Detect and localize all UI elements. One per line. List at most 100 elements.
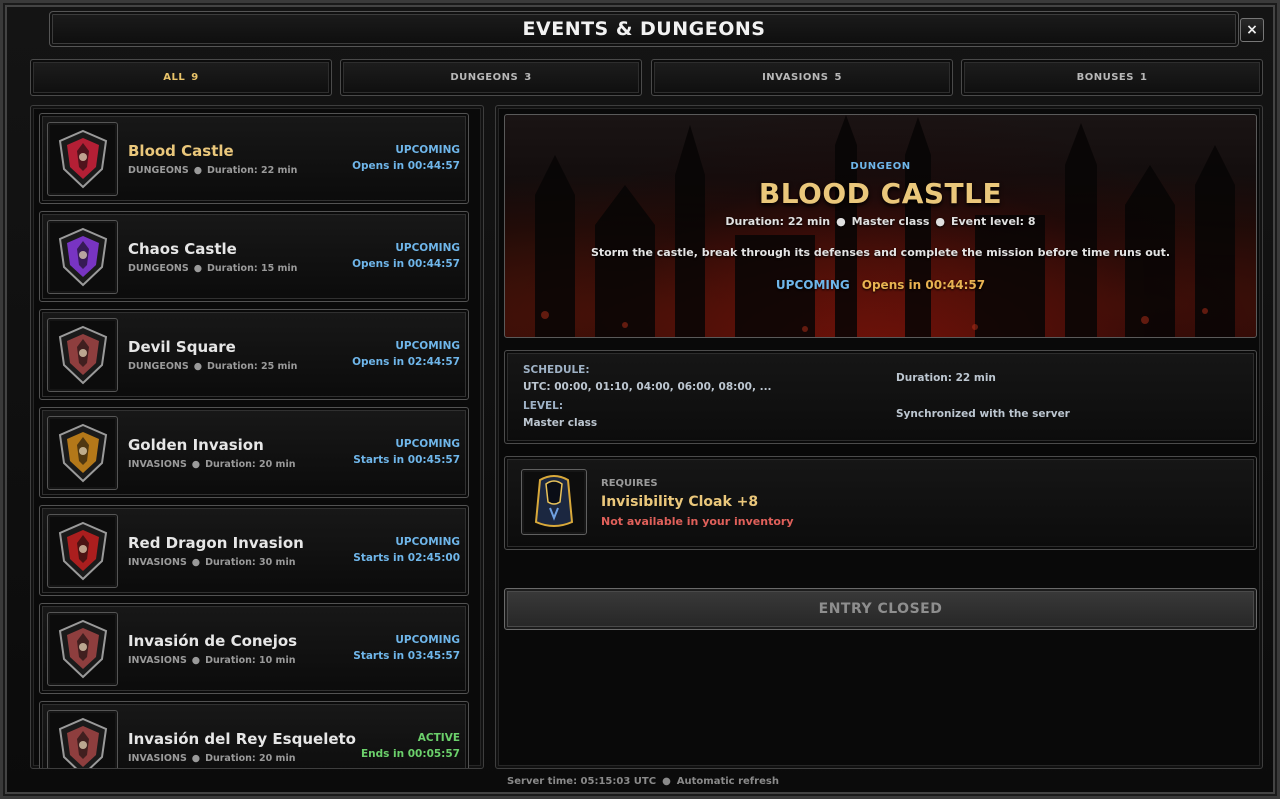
title-bar: EVENTS & DUNGEONS bbox=[49, 11, 1239, 47]
event-meta: DUNGEONS ● Duration: 25 min bbox=[128, 361, 297, 372]
event-timer: Starts in 03:45:57 bbox=[353, 650, 460, 662]
event-status-line: UPCOMING Opens in 00:44:57 bbox=[505, 278, 1256, 292]
event-category: INVASIONS bbox=[128, 655, 187, 666]
level-value: Master class bbox=[523, 417, 598, 429]
event-name: Golden Invasion bbox=[128, 436, 264, 454]
event-row[interactable]: Devil Square DUNGEONS ● Duration: 25 min UPC… bbox=[39, 309, 469, 400]
tab-dungeons[interactable]: DUNGEONS 3 bbox=[340, 59, 642, 96]
separator-dot: ● bbox=[193, 165, 203, 176]
separator-dot: ● bbox=[836, 215, 846, 228]
separator-dot: ● bbox=[662, 776, 671, 787]
schedule-value: UTC: 00:00, 01:10, 04:00, 06:00, 08:00, … bbox=[523, 381, 772, 393]
event-name: Blood Castle bbox=[128, 142, 234, 160]
event-meta: INVASIONS ● Duration: 30 min bbox=[128, 557, 295, 568]
event-status: ACTIVE bbox=[417, 732, 460, 744]
event-category: INVASIONS bbox=[128, 753, 187, 764]
event-category: DUNGEONS bbox=[128, 263, 189, 274]
event-row[interactable]: Red Dragon Invasion INVASIONS ● Duration: 3… bbox=[39, 505, 469, 596]
availability-warning: Not available in your inventory bbox=[601, 515, 794, 528]
refresh-status: Automatic refresh bbox=[676, 776, 779, 787]
server-time: Server time: 05:15:03 UTC bbox=[507, 776, 657, 787]
event-duration: Duration: 30 min bbox=[205, 557, 296, 568]
event-duration: Duration: 10 min bbox=[205, 655, 296, 666]
chaos-castle-crest-icon bbox=[47, 220, 118, 294]
event-timer: Starts in 02:45:00 bbox=[353, 552, 460, 564]
event-meta: INVASIONS ● Duration: 10 min bbox=[128, 655, 295, 666]
level-label: LEVEL: bbox=[523, 400, 564, 412]
event-description: Storm the castle, break through its defe… bbox=[590, 246, 1171, 259]
tab-invasions[interactable]: INVASIONS 5 bbox=[651, 59, 953, 96]
separator-dot: ● bbox=[191, 557, 201, 568]
separator-dot: ● bbox=[193, 361, 203, 372]
event-status: UPCOMING bbox=[395, 536, 460, 548]
event-duration: Duration: 15 min bbox=[207, 263, 298, 274]
event-category: DUNGEONS bbox=[128, 361, 189, 372]
tab-bonuses[interactable]: BONUSES 1 bbox=[961, 59, 1263, 96]
event-meta: DUNGEONS ● Duration: 15 min bbox=[128, 263, 297, 274]
event-duration: Duration: 22 min bbox=[725, 215, 831, 228]
event-timer: Opens in 00:44:57 bbox=[352, 258, 460, 270]
tab-label: ALL bbox=[163, 72, 186, 83]
event-row[interactable]: Golden Invasion INVASIONS ● Duration: 20 mi… bbox=[39, 407, 469, 498]
required-item-name: Invisibility Cloak +8 bbox=[601, 494, 759, 510]
event-class: Master class bbox=[851, 215, 930, 228]
event-row[interactable]: Blood Castle DUNGEONS ● Duration: 22 min UPC… bbox=[39, 113, 469, 204]
tab-label: DUNGEONS bbox=[450, 72, 519, 83]
status-footer: Server time: 05:15:03 UTC ● Automatic refr… bbox=[3, 776, 1280, 787]
event-name: Invasión del Rey Esqueleto bbox=[128, 730, 356, 748]
tab-label: INVASIONS bbox=[762, 72, 829, 83]
event-meta: INVASIONS ● Duration: 20 min bbox=[128, 459, 295, 470]
entry-closed-button[interactable]: ENTRY CLOSED bbox=[504, 588, 1257, 630]
red-dragon-crest-icon bbox=[47, 514, 118, 588]
separator-dot: ● bbox=[191, 459, 201, 470]
event-name: Red Dragon Invasion bbox=[128, 534, 304, 552]
window-title: EVENTS & DUNGEONS bbox=[522, 18, 766, 40]
event-category: DUNGEONS bbox=[128, 165, 189, 176]
event-status: UPCOMING bbox=[395, 634, 460, 646]
event-duration: Duration: 25 min bbox=[207, 361, 298, 372]
separator-dot: ● bbox=[191, 753, 201, 764]
rabbit-invasion-crest-icon bbox=[47, 612, 118, 686]
separator-dot: ● bbox=[191, 655, 201, 666]
tab-count: 9 bbox=[191, 72, 199, 83]
tab-label: BONUSES bbox=[1076, 72, 1134, 83]
event-status: UPCOMING bbox=[395, 242, 460, 254]
event-row[interactable]: Invasión del Rey Esqueleto INVASIONS ● Dura… bbox=[39, 701, 469, 768]
schedule-label: SCHEDULE: bbox=[523, 364, 590, 376]
event-category: DUNGEON bbox=[850, 161, 911, 172]
event-timer: Opens in 02:44:57 bbox=[352, 356, 460, 368]
event-duration: Duration: 20 min bbox=[205, 753, 296, 764]
event-name: Invasión de Conejos bbox=[128, 632, 298, 650]
invisibility-cloak-icon bbox=[521, 469, 587, 535]
separator-dot: ● bbox=[935, 215, 945, 228]
event-category: INVASIONS bbox=[128, 459, 187, 470]
event-name: Chaos Castle bbox=[128, 240, 237, 258]
event-meta: INVASIONS ● Duration: 20 min bbox=[128, 753, 295, 764]
event-timer: Opens in 00:44:57 bbox=[352, 160, 460, 172]
event-row[interactable]: Invasión de Conejos INVASIONS ● Duration: 1… bbox=[39, 603, 469, 694]
event-list: Blood Castle DUNGEONS ● Duration: 22 min UPC… bbox=[30, 105, 484, 769]
event-meta: DUNGEONS ● Duration: 22 min bbox=[128, 165, 297, 176]
blood-castle-crest-icon bbox=[47, 122, 118, 196]
tab-count: 1 bbox=[1139, 72, 1148, 83]
requires-label: REQUIRES bbox=[601, 478, 658, 489]
requirement-box: REQUIRES Invisibility Cloak +8 Not avail… bbox=[504, 456, 1257, 550]
event-category: INVASIONS bbox=[128, 557, 187, 568]
event-row[interactable]: Chaos Castle DUNGEONS ● Duration: 15 min UPC… bbox=[39, 211, 469, 302]
category-tabs: ALL 9 DUNGEONS 3 INVASIONS 5 BONUSES 1 bbox=[30, 59, 1264, 96]
event-detail-panel: DUNGEON BLOOD CASTLE Duration: 22 min ● Ma… bbox=[495, 105, 1263, 769]
separator-dot: ● bbox=[193, 263, 203, 274]
close-button[interactable]: × bbox=[1240, 18, 1264, 42]
skeleton-king-crest-icon bbox=[47, 710, 118, 768]
event-level: Event level: 8 bbox=[950, 215, 1036, 228]
event-status: UPCOMING bbox=[775, 278, 850, 292]
event-status: UPCOMING bbox=[395, 340, 460, 352]
events-window: EVENTS & DUNGEONS × ALL 9 DUNGEONS 3 INV… bbox=[0, 0, 1280, 799]
event-hero-banner: DUNGEON BLOOD CASTLE Duration: 22 min ● Ma… bbox=[504, 114, 1257, 338]
event-duration: Duration: 22 min bbox=[207, 165, 298, 176]
golden-invasion-crest-icon bbox=[47, 416, 118, 490]
tab-all[interactable]: ALL 9 bbox=[30, 59, 332, 96]
duration-value: Duration: 22 min bbox=[896, 372, 996, 384]
event-duration: Duration: 20 min bbox=[205, 459, 296, 470]
schedule-info: SCHEDULE: UTC: 00:00, 01:10, 04:00, 06:0… bbox=[504, 350, 1257, 444]
